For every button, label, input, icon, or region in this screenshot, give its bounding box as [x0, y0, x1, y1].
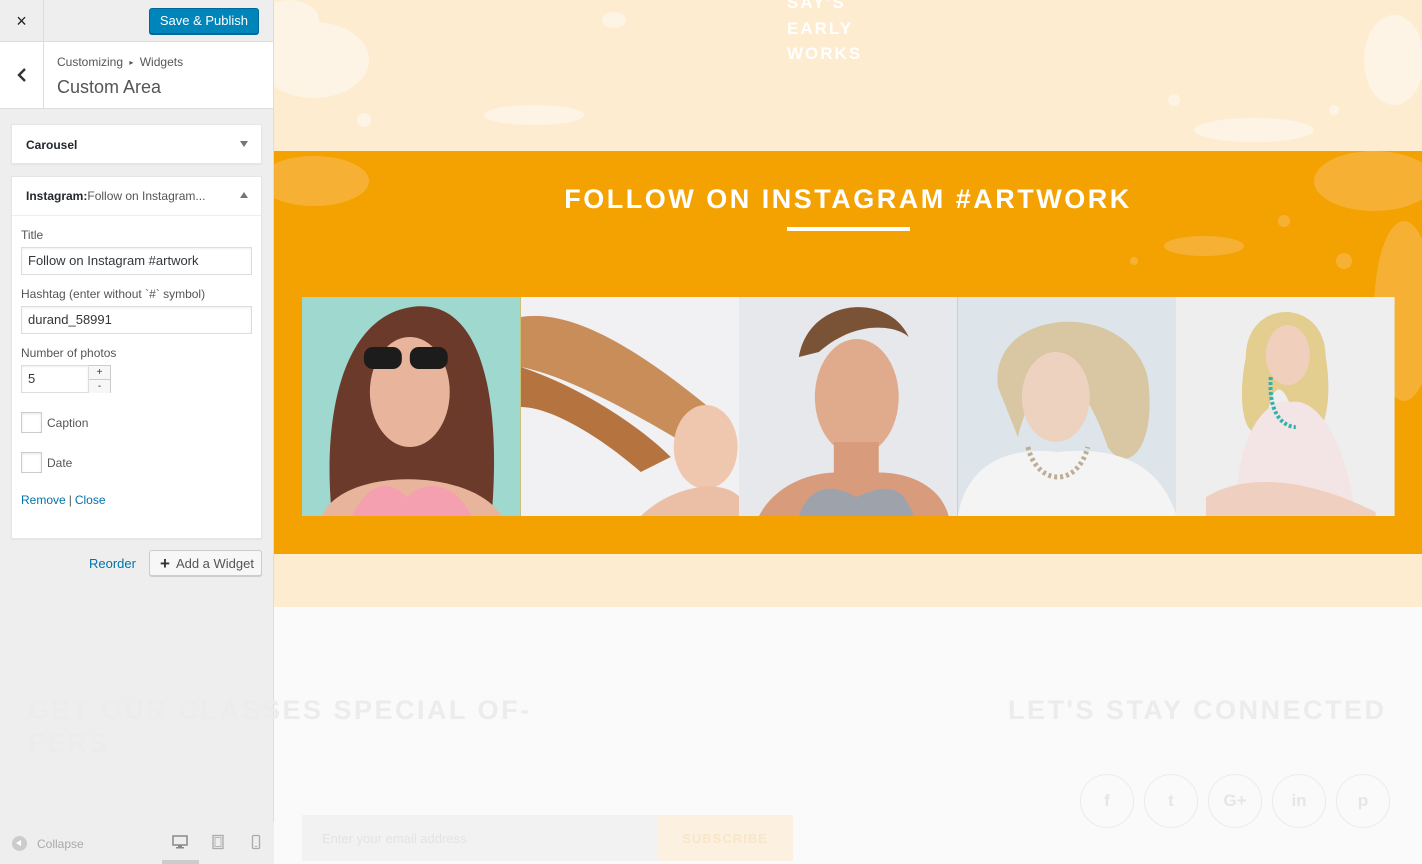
date-option: Date — [21, 452, 252, 473]
breadcrumb: Customizing ▸ Widgets — [57, 55, 183, 69]
works-line: WORKS — [787, 44, 863, 63]
link-separator: | — [68, 493, 72, 507]
close-link[interactable]: Close — [75, 493, 106, 507]
instagram-photo[interactable] — [520, 297, 740, 516]
widget-instagram: Instagram: Follow on Instagram... Title … — [11, 176, 262, 539]
save-publish-button[interactable]: Save & Publish — [148, 8, 259, 34]
section-title: Custom Area — [57, 77, 162, 97]
stepper-up-button[interactable]: + — [89, 366, 110, 379]
stepper-down-button[interactable]: - — [89, 379, 110, 393]
offers-heading: GET OUR CLASSES SPECIAL OF-FERS — [28, 695, 532, 758]
subscribe-button[interactable]: SUBSCRIBE — [657, 815, 793, 861]
widget-title: Carousel — [26, 137, 78, 152]
caret-up-icon[interactable] — [240, 192, 248, 198]
remove-link[interactable]: Remove — [21, 493, 66, 507]
close-icon: × — [16, 10, 27, 31]
works-section: SAY'S EARLY WORKS — [274, 0, 1422, 151]
hashtag-input[interactable]: durand_58991 — [21, 306, 252, 334]
widget-instagram-header[interactable]: Instagram: Follow on Instagram... — [12, 177, 261, 216]
facebook-icon[interactable]: f — [1080, 774, 1134, 828]
photo-image — [739, 297, 958, 516]
desktop-icon[interactable] — [172, 834, 188, 850]
photo-image — [1176, 297, 1395, 516]
instagram-gallery — [302, 297, 1395, 516]
widget-actions: Remove | Close — [21, 493, 252, 507]
works-line: SAY'S — [787, 0, 846, 12]
heading-underline — [787, 227, 910, 231]
hashtag-label: Hashtag (enter without `#` symbol) — [21, 287, 206, 301]
title-label: Title — [21, 228, 44, 242]
widget-title: Instagram: — [26, 189, 88, 203]
date-label: Date — [47, 455, 73, 470]
works-line: EARLY — [787, 18, 854, 38]
instagram-heading: FOLLOW ON INSTAGRAM #ARTWORK — [564, 184, 1132, 214]
sidebar-header: × Save & Publish — [0, 0, 273, 42]
section-spacer — [274, 554, 1422, 607]
instagram-photo[interactable] — [739, 297, 958, 516]
photos-count-label: Number of photos — [21, 346, 117, 360]
quantity-stepper: + - — [89, 365, 111, 393]
connect-heading: LET'S STAY CONNECTED — [1008, 695, 1387, 725]
widget-subtitle: Follow on Instagram... — [87, 189, 206, 203]
title-input[interactable]: Follow on Instagram #artwork — [21, 247, 252, 275]
section-header: Customizing ▸ Widgets Custom Area — [0, 42, 273, 109]
breadcrumb-current: Widgets — [139, 55, 184, 69]
photos-count-input[interactable]: 5 — [21, 365, 89, 393]
photos-count-control: 5 + - — [21, 365, 252, 393]
breadcrumb-root: Customizing — [57, 55, 124, 69]
reorder-link[interactable]: Reorder — [89, 556, 136, 571]
add-widget-button[interactable]: + Add a Widget — [149, 550, 262, 576]
caret-down-icon[interactable] — [240, 141, 248, 147]
widget-carousel-header[interactable]: Carousel — [12, 125, 261, 164]
instagram-photo[interactable] — [1176, 297, 1395, 516]
google-plus-icon[interactable]: G+ — [1208, 774, 1262, 828]
widget-carousel[interactable]: Carousel — [11, 124, 262, 164]
sidebar-footer: Collapse — [0, 822, 274, 864]
collapse-icon — [12, 836, 27, 851]
widget-form: Title Follow on Instagram #artwork Hasht… — [12, 216, 261, 519]
instagram-photo[interactable] — [302, 297, 521, 516]
tablet-icon[interactable] — [210, 834, 226, 850]
mobile-icon[interactable] — [248, 834, 264, 850]
collapse-label: Collapse — [37, 836, 84, 851]
photo-image — [957, 297, 1177, 516]
breadcrumb-separator: ▸ — [129, 58, 134, 67]
chevron-left-icon — [16, 68, 26, 82]
instagram-photo[interactable] — [957, 297, 1177, 516]
linkedin-icon[interactable]: in — [1272, 774, 1326, 828]
twitter-icon[interactable]: t — [1144, 774, 1198, 828]
add-widget-label: Add a Widget — [175, 555, 254, 571]
caption-label: Caption — [47, 415, 89, 430]
collapse-button[interactable]: Collapse — [12, 836, 84, 851]
back-button[interactable] — [0, 42, 44, 108]
pinterest-icon[interactable]: p — [1336, 774, 1390, 828]
newsletter-email-field[interactable]: Enter your email address — [302, 815, 657, 861]
caption-option: Caption — [21, 412, 252, 433]
close-customizer-button[interactable]: × — [0, 0, 44, 42]
photo-image — [302, 297, 521, 516]
caption-checkbox[interactable] — [21, 412, 42, 433]
works-heading: SAY'S EARLY WORKS — [787, 0, 862, 67]
photo-image — [520, 297, 740, 516]
active-device-indicator — [162, 860, 199, 864]
plus-icon: + — [160, 553, 170, 573]
date-checkbox[interactable] — [21, 452, 42, 473]
